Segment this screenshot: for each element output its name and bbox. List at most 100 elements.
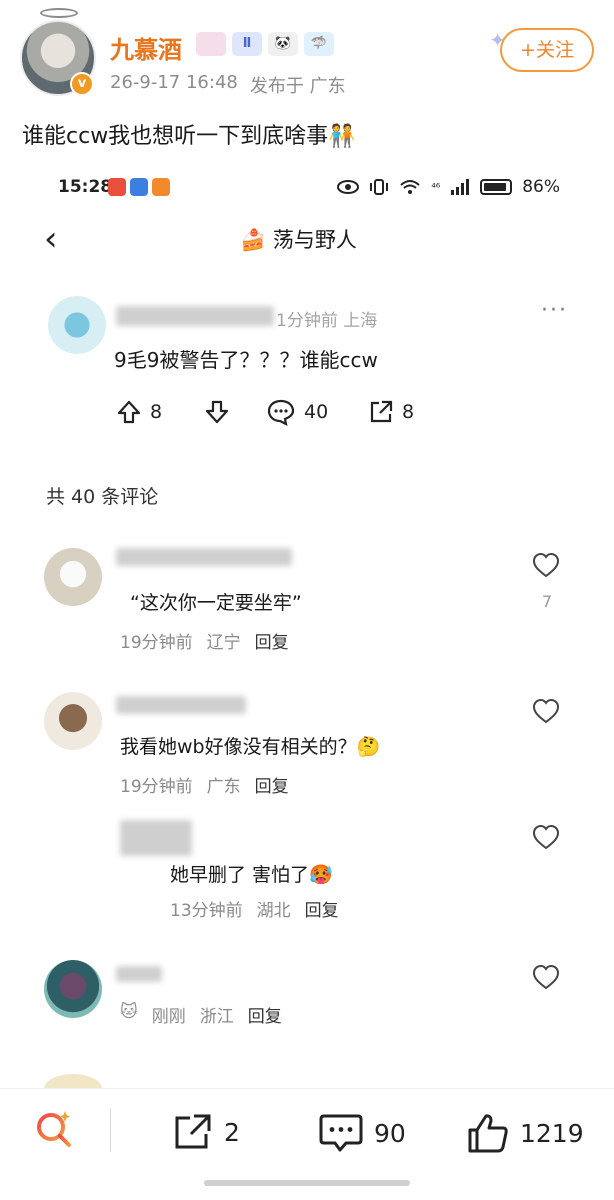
- badge-shark-icon: 🦈: [304, 32, 334, 56]
- heart-icon[interactable]: [532, 552, 560, 580]
- thumbs-up-icon: [468, 1114, 508, 1153]
- verified-badge-icon: v: [70, 72, 94, 96]
- comment-meta: 🐱 刚刚 浙江 回复: [120, 1002, 282, 1027]
- comment-item-partial: [0, 1068, 614, 1088]
- nav-title: 🍰 荡与野人: [240, 228, 357, 252]
- share-button[interactable]: 8: [368, 398, 414, 426]
- comment-meta: 13分钟前 湖北 回复: [170, 896, 339, 921]
- comment-text: 她早删了 害怕了🥵: [170, 864, 333, 886]
- post-location: 发布于 广东: [249, 76, 346, 97]
- comment-location: 辽宁: [206, 633, 241, 653]
- battery-icon: [480, 179, 513, 195]
- battery-percent: 86%: [522, 177, 560, 197]
- comment-time: 19分钟前: [120, 633, 193, 653]
- down-arrow-icon: [205, 400, 229, 424]
- blurred-username: [116, 306, 274, 326]
- comment-location: 浙江: [199, 1007, 234, 1027]
- status-app-icons: [108, 178, 170, 196]
- reply-button[interactable]: 回复: [248, 1002, 282, 1027]
- bottom-like-button[interactable]: 1219: [466, 1112, 584, 1154]
- comment-location: 广东: [206, 777, 241, 797]
- upvote-count: 8: [150, 401, 163, 423]
- share-icon: [370, 400, 393, 423]
- bottom-share-count: 2: [224, 1117, 240, 1147]
- comment-meta: 19分钟前 辽宁 回复: [120, 628, 289, 653]
- blurred-username: [116, 966, 162, 982]
- original-post-text: 9毛9被警告了？？？谁能ccw: [114, 348, 378, 372]
- author-name[interactable]: 九慕酒: [110, 30, 182, 65]
- blurred-username: [116, 548, 292, 566]
- more-options-icon[interactable]: ···: [541, 298, 568, 323]
- comment-location: 湖北: [256, 901, 291, 921]
- downvote-button[interactable]: [204, 398, 266, 426]
- halo-decoration: [40, 8, 78, 18]
- bottom-separator: [110, 1108, 111, 1152]
- comment-text: 我看她wb好像没有相关的？🤔: [120, 736, 381, 758]
- up-arrow-icon: [117, 400, 141, 424]
- comment-bubble-icon: [267, 399, 295, 426]
- commenter-avatar[interactable]: [44, 960, 102, 1018]
- reply-button[interactable]: 回复: [305, 896, 339, 921]
- badge-pink-icon: [196, 32, 226, 56]
- post-text: 谁能ccw我也想听一下到底啥事🧑‍🤝‍🧑: [22, 124, 356, 149]
- notification-icon: [152, 178, 170, 196]
- bottom-share-button[interactable]: 2: [172, 1112, 240, 1152]
- original-post-avatar[interactable]: [48, 296, 106, 354]
- bottom-comment-button[interactable]: 90: [318, 1112, 406, 1154]
- reply-button[interactable]: 回复: [255, 628, 289, 653]
- wifi-icon: [400, 180, 421, 194]
- comment-icon: [319, 1114, 363, 1152]
- like-count: 7: [541, 592, 552, 611]
- commenter-avatar[interactable]: [44, 1074, 102, 1088]
- post-time: 26-9-17 16:48: [110, 72, 238, 93]
- heart-icon[interactable]: [532, 824, 560, 852]
- comment-time: 刚刚: [151, 1007, 186, 1027]
- home-indicator: [204, 1180, 410, 1186]
- commenter-avatar[interactable]: [44, 548, 102, 606]
- status-bar: 15:28 ⁴⁶ 86%: [0, 168, 614, 208]
- blurred-reply-avatar: [120, 820, 192, 856]
- status-right: ⁴⁶ 86%: [337, 177, 560, 197]
- share-count: 8: [402, 401, 415, 423]
- signal-icon: [451, 179, 470, 195]
- embedded-screenshot[interactable]: 15:28 ⁴⁶ 86% ‹ 🍰 荡与野人 1分钟前 上海 ··· 9毛9被警告…: [0, 168, 614, 1088]
- comment-item: 我看她wb好像没有相关的？🤔 19分钟前 广东 回复: [0, 688, 614, 808]
- comment-count: 40: [304, 401, 329, 423]
- post-meta: 26-9-17 16:48 发布于 广东: [110, 72, 346, 98]
- original-post: 1分钟前 上海 ··· 9毛9被警告了？？？谁能ccw 8 40 8: [0, 286, 614, 436]
- comment-text: “这次你一定要坐牢”: [130, 592, 302, 614]
- comment-total: 共 40 条评论: [46, 486, 159, 508]
- badge-level-icon: Ⅱ: [232, 32, 262, 56]
- status-time: 15:28: [58, 177, 113, 197]
- comment-item: 🐱 刚刚 浙江 回复: [0, 956, 614, 1056]
- vibrate-icon: [370, 179, 389, 195]
- post-header: v 九慕酒 Ⅱ 🐼 🦈 26-9-17 16:48 发布于 广东 ✦ +关注: [0, 0, 614, 110]
- comment-item: “这次你一定要坐牢” 19分钟前 辽宁 回复 7: [0, 540, 614, 660]
- comment-meta: 19分钟前 广东 回复: [120, 772, 289, 797]
- blurred-username: [116, 696, 246, 714]
- badge-panda-icon: 🐼: [268, 32, 298, 56]
- app-icon: [130, 178, 148, 196]
- original-post-actions: 8 40 8: [116, 398, 414, 426]
- network-type: ⁴⁶: [431, 180, 441, 194]
- weibo-icon: [108, 178, 126, 196]
- back-arrow-icon[interactable]: ‹: [44, 222, 58, 256]
- eye-icon: [337, 180, 360, 194]
- reply-item: 她早删了 害怕了🥵 13分钟前 湖北 回复: [0, 816, 614, 926]
- reply-button[interactable]: 回复: [255, 772, 289, 797]
- search-icon[interactable]: [34, 1108, 74, 1148]
- upvote-button[interactable]: 8: [116, 398, 204, 426]
- original-post-time: 1分钟前 上海: [276, 311, 378, 331]
- heart-icon[interactable]: [532, 964, 560, 992]
- follow-button[interactable]: +关注: [500, 28, 594, 72]
- commenter-avatar[interactable]: [44, 692, 102, 750]
- bottom-action-bar: 2 90 1219: [0, 1090, 614, 1174]
- comment-prefix-emoji: 🐱: [120, 1002, 138, 1022]
- comment-button[interactable]: 40: [266, 398, 368, 426]
- share-icon: [175, 1114, 211, 1149]
- bottom-like-count: 1219: [520, 1118, 584, 1148]
- bottom-divider: [0, 1088, 614, 1089]
- comment-time: 19分钟前: [120, 777, 193, 797]
- heart-icon[interactable]: [532, 698, 560, 726]
- bottom-comment-count: 90: [374, 1118, 406, 1148]
